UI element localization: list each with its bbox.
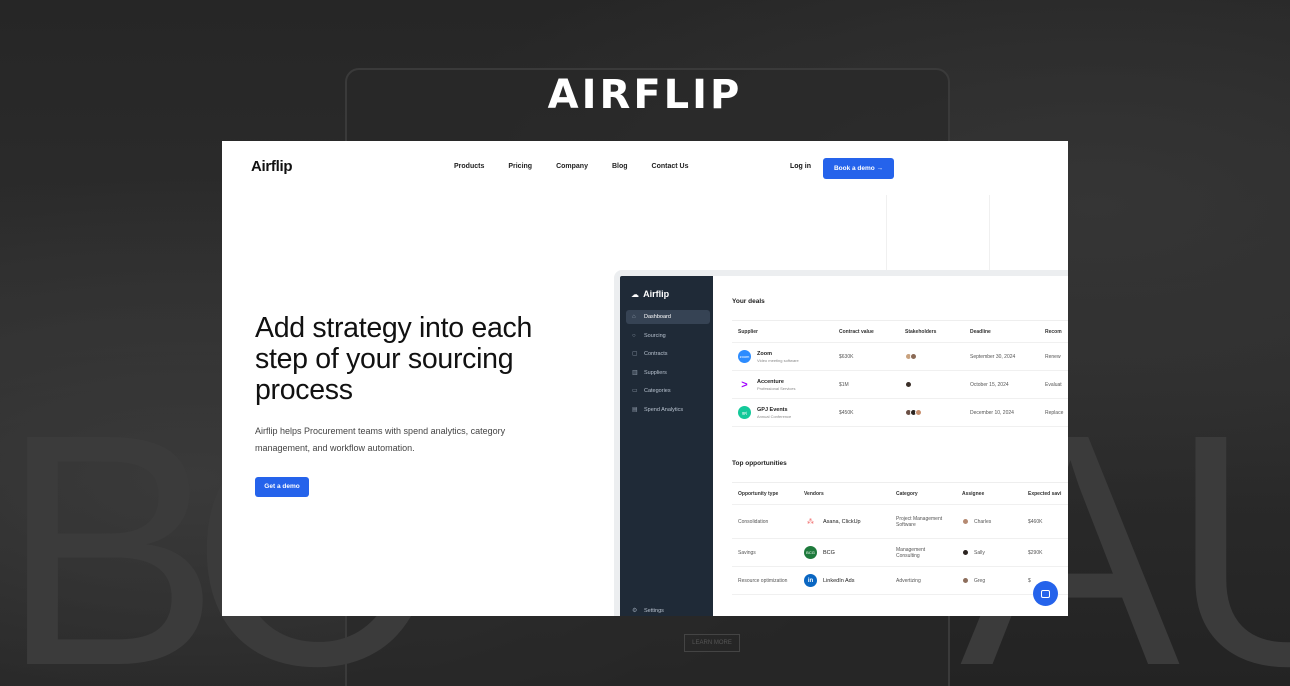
app-mockup: ☁ Airflip ⌂ Dashboard ○ Sourcing ▢ Contract… (614, 270, 1068, 616)
nav-link-products[interactable]: Products (454, 163, 484, 170)
sidebar-item-settings[interactable]: ⚙ Settings (626, 604, 710, 616)
contract-value: $1M (839, 381, 849, 388)
expected-savings: $460K (1028, 518, 1043, 525)
deadline: September 30, 2024 (970, 353, 1016, 360)
column-header: Opportunity type (738, 490, 779, 497)
decorative-line (886, 195, 887, 275)
website-screenshot: Airflip Products Pricing Company Blog Co… (222, 141, 1068, 616)
table-row[interactable]: zoom Zoom Video meeting software $630K Se… (732, 343, 1068, 371)
stakeholders-avatars (905, 399, 922, 426)
cloud-icon: ☁ (631, 290, 639, 299)
column-header: Contract value (839, 328, 874, 335)
table-header: Supplier Contract value Stakeholders Dea… (732, 321, 1068, 343)
table-row[interactable]: Consolidation ⁂ Asana, ClickUp Project M… (732, 505, 1068, 539)
nav-link-pricing[interactable]: Pricing (508, 163, 532, 170)
accenture-logo-icon: > (738, 378, 751, 391)
recommendation: Renew (1045, 353, 1061, 360)
opportunities-title: Top opportunities (732, 460, 787, 467)
book-demo-button[interactable]: Book a demo → (823, 158, 894, 179)
app-logo: ☁ Airflip (631, 289, 670, 299)
expected-savings: $ (1028, 577, 1031, 584)
recommendation: Replace (1045, 409, 1064, 416)
chart-icon: ▤ (632, 407, 638, 413)
bcg-logo-icon: BCG (804, 546, 817, 559)
category: Advertizing (896, 577, 921, 584)
sidebar-item-dashboard[interactable]: ⌂ Dashboard (626, 310, 710, 324)
stakeholders-avatars (905, 371, 912, 398)
table-row[interactable]: Savings BCG BCG Management Consulting Sa… (732, 539, 1068, 567)
deadline: October 15, 2024 (970, 381, 1009, 388)
column-header: Category (896, 490, 918, 497)
deadline: December 10, 2024 (970, 409, 1014, 416)
opportunity-type: Resource optimization (738, 577, 788, 584)
asana-logo-icon: ⁂ (804, 515, 817, 528)
sidebar-item-sourcing[interactable]: ○ Sourcing (626, 329, 710, 343)
chat-icon (1041, 589, 1050, 598)
table-row[interactable]: Resource optimization in LinkedIn Ads Ad… (732, 567, 1068, 595)
get-demo-button[interactable]: Get a demo (255, 477, 309, 497)
sidebar-item-spend-analytics[interactable]: ▤ Spend Analytics (626, 403, 710, 417)
nav-link-company[interactable]: Company (556, 163, 588, 170)
stakeholders-avatars (905, 343, 917, 370)
table-header: Opportunity type Vendors Category Assign… (732, 483, 1068, 505)
app-sidebar: ☁ Airflip ⌂ Dashboard ○ Sourcing ▢ Contract… (620, 276, 713, 616)
deals-title: Your deals (732, 298, 765, 305)
search-icon: ○ (632, 333, 636, 339)
table-row[interactable]: gpj GPJ Events Annual Conference $450K De… (732, 399, 1068, 427)
background-button: LEARN MORE (684, 634, 740, 652)
chat-button[interactable] (1033, 581, 1058, 606)
nav-links: Products Pricing Company Blog Contact Us (454, 163, 713, 170)
category: Project Management Software (896, 515, 943, 528)
column-header: Supplier (738, 328, 759, 335)
document-icon: ▢ (632, 351, 638, 357)
sidebar-item-suppliers[interactable]: ▥ Suppliers (626, 366, 710, 380)
gear-icon: ⚙ (632, 608, 638, 614)
login-link[interactable]: Log in (790, 163, 811, 170)
decorative-line (989, 195, 990, 275)
column-header: Deadline (970, 328, 991, 335)
hero-subtitle: Airflip helps Procurement teams with spe… (255, 426, 506, 453)
home-icon: ⌂ (632, 314, 636, 320)
nav-link-contact[interactable]: Contact Us (652, 163, 689, 170)
linkedin-logo-icon: in (804, 574, 817, 587)
site-logo[interactable]: Airflip (251, 158, 293, 175)
sidebar-item-contracts[interactable]: ▢ Contracts (626, 347, 710, 361)
recommendation: Evaluat (1045, 381, 1062, 388)
sidebar-item-categories[interactable]: ▭ Categories (626, 384, 710, 398)
expected-savings: $290K (1028, 549, 1043, 556)
banner-title: AIRFLIP (547, 72, 743, 118)
gpj-logo-icon: gpj (738, 406, 751, 419)
building-icon: ▥ (632, 370, 638, 376)
category: Management Consulting (896, 546, 926, 559)
column-header: Expected savi (1028, 490, 1062, 497)
zoom-logo-icon: zoom (738, 350, 751, 363)
column-header: Recom (1045, 328, 1062, 335)
app-main: Your deals Supplier Contract value Stake… (713, 276, 1068, 616)
opportunities-table: Opportunity type Vendors Category Assign… (732, 482, 1068, 595)
hero-headline: Add strategy into each step of your sour… (255, 312, 532, 406)
opportunity-type: Consolidation (738, 518, 769, 525)
deals-table: Supplier Contract value Stakeholders Dea… (732, 320, 1068, 427)
opportunity-type: Savings (738, 549, 756, 556)
column-header: Stakeholders (905, 328, 937, 335)
top-nav: Airflip Products Pricing Company Blog Co… (222, 141, 1068, 195)
column-header: Assignee (962, 490, 985, 497)
table-row[interactable]: > Accenture Professional Services $1M Oct… (732, 371, 1068, 399)
contract-value: $630K (839, 353, 854, 360)
column-header: Vendors (804, 490, 824, 497)
contract-value: $450K (839, 409, 854, 416)
nav-link-blog[interactable]: Blog (612, 163, 628, 170)
folder-icon: ▭ (632, 388, 638, 394)
